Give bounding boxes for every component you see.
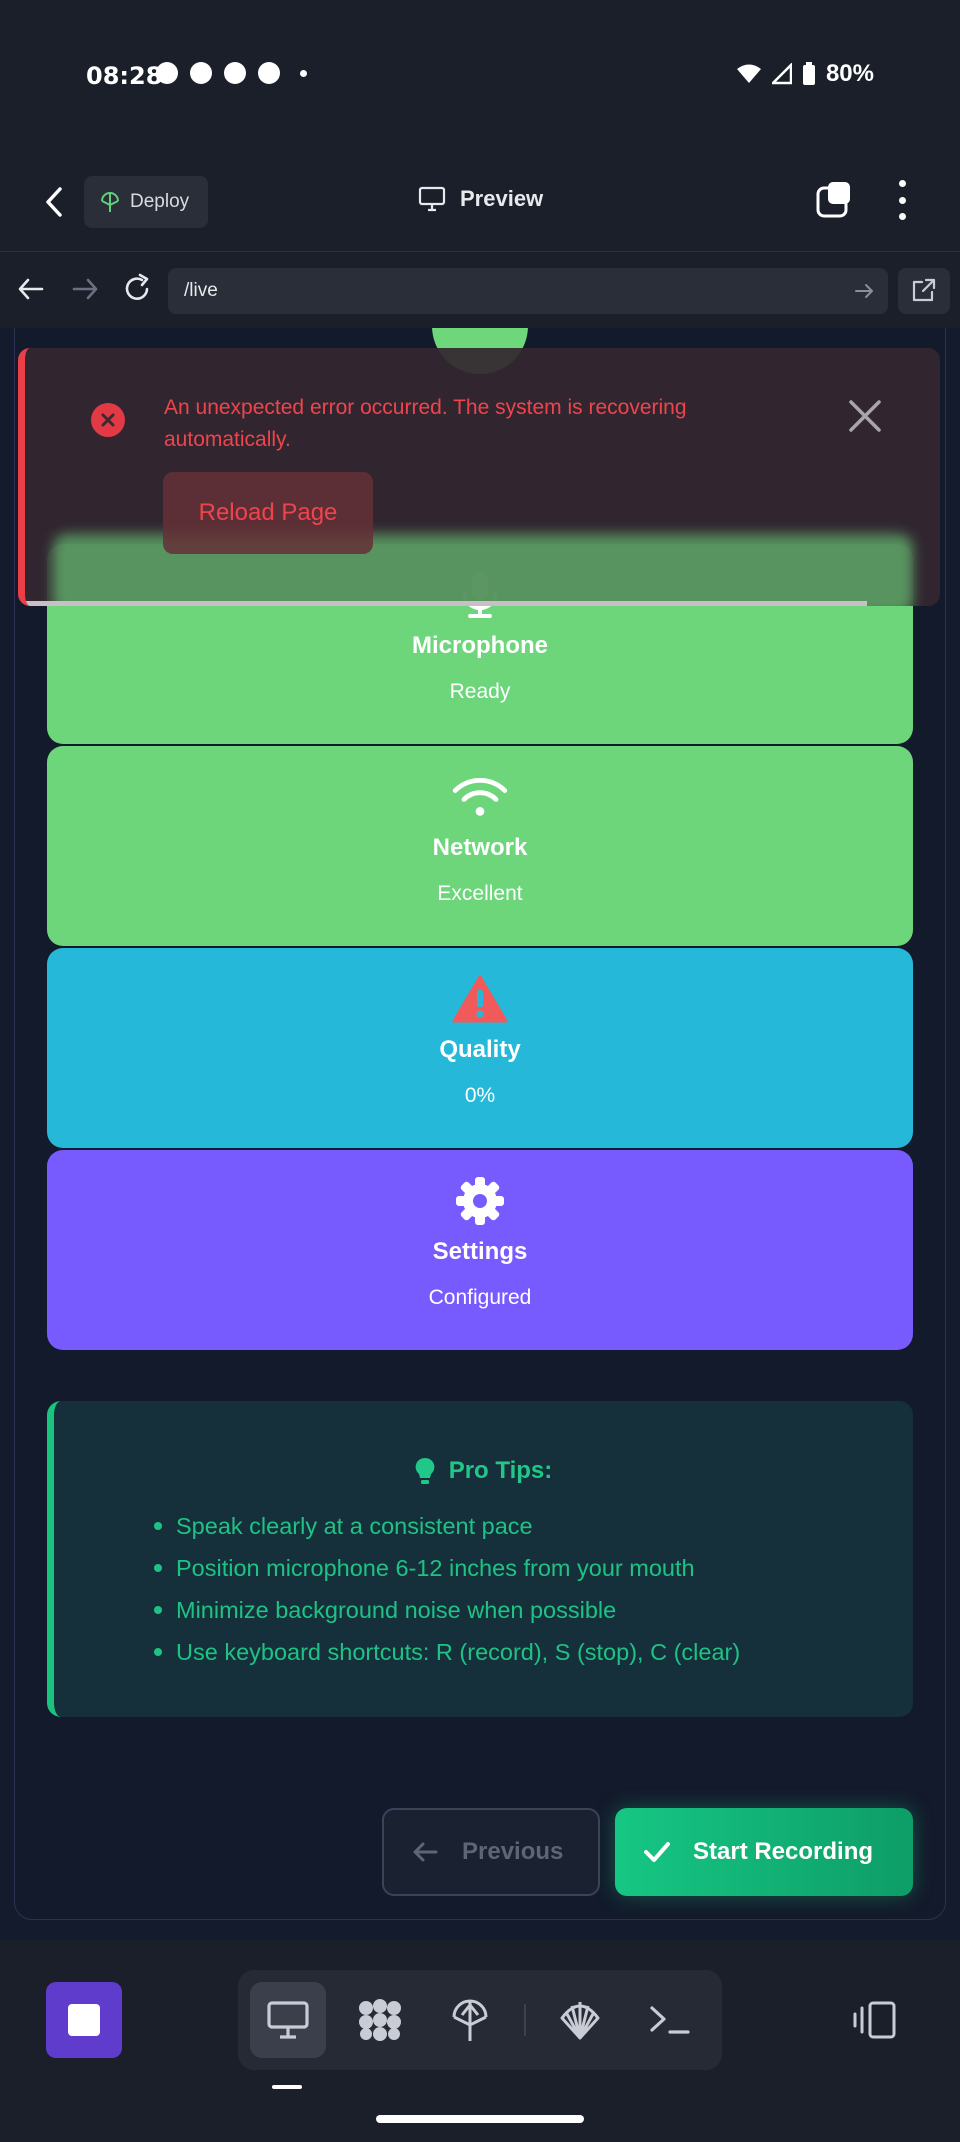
open-external-button[interactable] [898, 268, 950, 314]
browser-toolbar: /live [0, 252, 960, 328]
stop-button[interactable] [46, 1982, 122, 2058]
signal-icon [771, 63, 792, 85]
monitor-icon [267, 2001, 309, 2039]
error-icon [91, 403, 125, 437]
status-time: 08:28 [86, 62, 163, 90]
url-input[interactable]: /live [168, 268, 888, 314]
error-message: An unexpected error occurred. The system… [164, 396, 687, 451]
preview-label: Preview [460, 186, 544, 211]
agents-tool-button[interactable] [342, 1982, 418, 2058]
system-status: 80% [736, 60, 874, 88]
lightbulb-icon [415, 1457, 435, 1484]
home-indicator[interactable] [376, 2115, 584, 2123]
secrets-tool-button[interactable] [542, 1982, 618, 2058]
tips-list: Speak clearly at a consistent pace Posit… [153, 1505, 740, 1673]
snapchat-icon [156, 62, 178, 84]
app-header: Deploy Preview [0, 150, 960, 252]
back-chevron-icon[interactable] [40, 185, 70, 219]
tip-item: Use keyboard shortcuts: R (record), S (s… [153, 1631, 740, 1673]
deploy-icon [452, 1999, 488, 2041]
wifi-status-icon [736, 64, 761, 83]
notification-icons [156, 62, 307, 84]
deploy-tool-button[interactable] [432, 1982, 508, 2058]
network-title: Network [432, 834, 528, 861]
settings-card[interactable]: Settings Configured [47, 1150, 913, 1350]
external-link-icon [912, 278, 936, 302]
network-status: Excellent [437, 882, 523, 905]
terminal-tool-button[interactable] [632, 1982, 708, 2058]
tool-switcher [238, 1970, 722, 2070]
tip-item: Speak clearly at a consistent pace [153, 1505, 740, 1547]
microphone-title: Microphone [412, 632, 548, 659]
shell-icon [560, 2002, 600, 2040]
previous-label: Previous [462, 1838, 564, 1865]
wifi-icon [452, 772, 508, 822]
reload-page-button[interactable]: Reload Page [163, 472, 373, 554]
pro-tips-panel: Pro Tips: Speak clearly at a consistent … [47, 1401, 913, 1717]
network-card[interactable]: Network Excellent [47, 746, 913, 946]
quality-value: 0% [464, 1084, 496, 1107]
battery-icon [802, 62, 815, 85]
preview-tool-button[interactable] [250, 1982, 326, 2058]
toolbar-divider [524, 2004, 526, 2036]
monitor-icon [418, 186, 446, 212]
terminal-icon [650, 2006, 690, 2034]
start-recording-button[interactable]: Start Recording [615, 1808, 913, 1896]
whatsapp-icon [190, 62, 212, 84]
quality-card[interactable]: Quality 0% [47, 948, 913, 1148]
settings-status: Configured [428, 1286, 532, 1309]
go-arrow-icon[interactable] [854, 281, 874, 301]
slack-icon [258, 62, 280, 84]
settings-title: Settings [432, 1238, 528, 1265]
agents-icon [359, 1999, 401, 2041]
error-toast: An unexpected error occurred. The system… [18, 348, 940, 606]
tabs-icon[interactable] [814, 180, 854, 220]
warning-icon [452, 974, 508, 1024]
browser-back-icon[interactable] [14, 272, 48, 306]
pro-tips-heading: Pro Tips: [54, 1457, 913, 1485]
active-tab-indicator [272, 2085, 302, 2089]
more-options-icon[interactable] [892, 180, 912, 220]
browser-forward-icon[interactable] [68, 272, 102, 306]
more-notifications-icon [300, 69, 307, 77]
deploy-icon [101, 192, 119, 212]
microphone-status: Ready [449, 680, 511, 703]
arrow-left-icon [413, 1842, 438, 1862]
preview-title: Preview [418, 186, 543, 212]
tip-item: Minimize background noise when possible [153, 1589, 740, 1631]
battery-level: 80% [825, 60, 874, 87]
bottom-toolbar [0, 1940, 960, 2142]
gear-icon [452, 1176, 508, 1226]
quality-title: Quality [439, 1036, 521, 1063]
url-text: /live [184, 280, 218, 301]
reload-icon[interactable] [120, 272, 154, 306]
toast-progress-bar [25, 601, 867, 606]
deploy-button[interactable]: Deploy [84, 176, 208, 228]
start-recording-label: Start Recording [693, 1838, 874, 1865]
close-icon[interactable] [845, 396, 885, 436]
check-icon [644, 1842, 670, 1862]
stop-icon [68, 2004, 100, 2036]
tip-item: Position microphone 6-12 inches from you… [153, 1547, 740, 1589]
previous-button[interactable]: Previous [382, 1808, 600, 1896]
status-bar: 08:28 80% [0, 0, 960, 150]
side-panel-icon[interactable] [852, 2000, 898, 2040]
pro-tips-title: Pro Tips: [448, 1457, 553, 1484]
deploy-label: Deploy [130, 191, 190, 212]
chat-icon [224, 62, 246, 84]
